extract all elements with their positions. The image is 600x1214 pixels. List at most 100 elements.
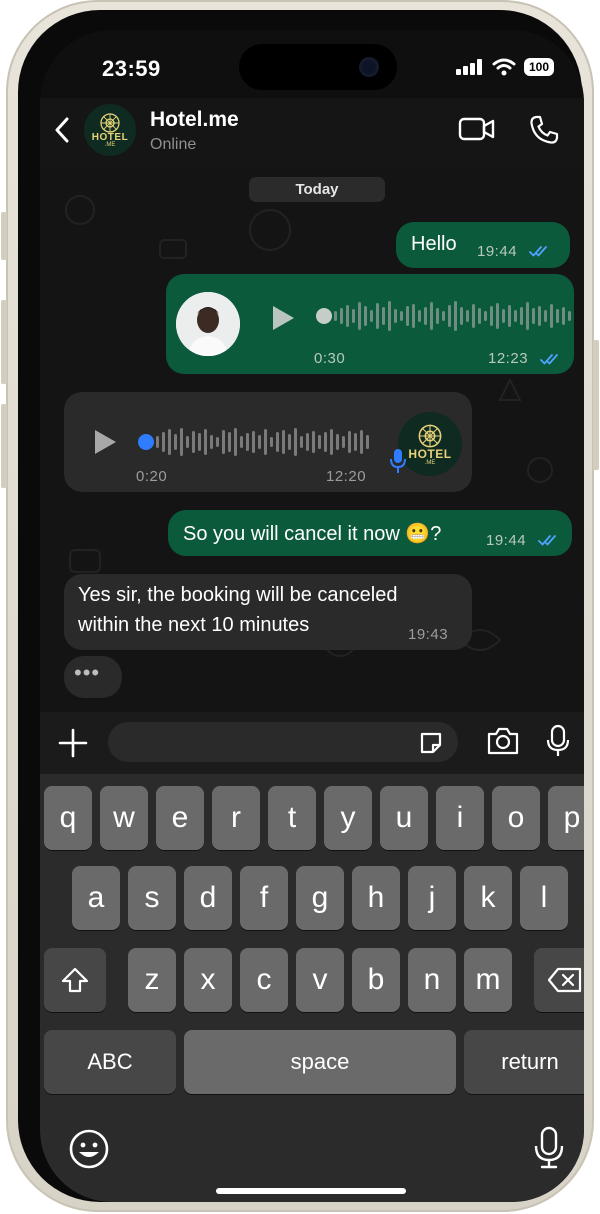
shift-key[interactable] [44, 948, 106, 1012]
screen: 23:59 100 HOTEL .ME Hotel.me Online Toda… [40, 30, 584, 1202]
key-q[interactable]: q [44, 786, 92, 850]
wifi-icon [492, 58, 516, 76]
key-f[interactable]: f [240, 866, 288, 930]
key-h[interactable]: h [352, 866, 400, 930]
key-b[interactable]: b [352, 948, 400, 1012]
message-bubble-outgoing[interactable]: So you will cancel it now 😬? 19:44 [168, 510, 572, 556]
key-x[interactable]: x [184, 948, 232, 1012]
voice-duration: 0:20 [136, 468, 168, 485]
microphone-badge-icon [390, 449, 406, 473]
status-icons: 100 [455, 58, 554, 76]
hotel-logo-icon [100, 113, 120, 133]
hotel-logo-subtext: .ME [424, 459, 436, 466]
message-text: So you will cancel it now 😬? [183, 523, 442, 545]
battery-indicator: 100 [523, 58, 554, 76]
key-w[interactable]: w [100, 786, 148, 850]
key-g[interactable]: g [296, 866, 344, 930]
backspace-icon [547, 967, 582, 993]
front-camera [359, 57, 379, 77]
delete-key[interactable] [534, 948, 584, 1012]
key-l[interactable]: l [520, 866, 568, 930]
return-key[interactable]: return [464, 1030, 584, 1094]
plus-icon[interactable] [58, 728, 88, 758]
sender-avatar [176, 292, 240, 356]
contact-avatar[interactable]: HOTEL .ME [84, 104, 136, 156]
key-z[interactable]: z [128, 948, 176, 1012]
key-s[interactable]: s [128, 866, 176, 930]
key-r[interactable]: r [212, 786, 260, 850]
keyboard: q w e r t y u i o p a s d f g h j k l z … [40, 774, 584, 1202]
dictation-icon[interactable] [534, 1126, 564, 1170]
status-time: 23:59 [102, 56, 161, 81]
playback-thumb[interactable] [138, 434, 154, 450]
phone-bezel: 23:59 100 HOTEL .ME Hotel.me Online Toda… [18, 10, 584, 1202]
camera-icon[interactable] [486, 726, 520, 756]
key-u[interactable]: u [380, 786, 428, 850]
shift-arrow-icon [61, 967, 89, 993]
key-j[interactable]: j [408, 866, 456, 930]
message-text: Hello [411, 233, 457, 255]
message-composer [40, 712, 584, 774]
hotel-logo-text: HOTEL [408, 446, 452, 461]
emoji-icon[interactable] [68, 1128, 110, 1170]
message-time: 12:23 [488, 350, 529, 367]
back-chevron-icon[interactable] [52, 116, 72, 144]
key-v[interactable]: v [296, 948, 344, 1012]
abc-key[interactable]: ABC [44, 1030, 176, 1094]
microphone-icon[interactable] [546, 724, 570, 758]
key-k[interactable]: k [464, 866, 512, 930]
signal-icon [455, 59, 482, 75]
playback-thumb[interactable] [316, 308, 332, 324]
message-text-line-1: Yes sir, the booking will be canceled [78, 584, 398, 606]
key-n[interactable]: n [408, 948, 456, 1012]
message-time: 19:43 [408, 626, 449, 643]
action-button [1, 212, 7, 260]
key-t[interactable]: t [268, 786, 316, 850]
read-receipt-icon [529, 246, 547, 257]
power-button [593, 340, 599, 470]
message-bubble-incoming[interactable]: Yes sir, the booking will be canceled wi… [64, 574, 472, 650]
contact-name[interactable]: Hotel.me [150, 108, 239, 132]
voice-message-outgoing[interactable]: 0:30 12:23 [166, 274, 574, 374]
hotel-logo-icon [418, 424, 442, 447]
play-icon[interactable] [92, 428, 118, 456]
message-time: 19:44 [486, 532, 527, 549]
read-receipt-icon [540, 354, 558, 365]
key-y[interactable]: y [324, 786, 372, 850]
key-i[interactable]: i [436, 786, 484, 850]
key-d[interactable]: d [184, 866, 232, 930]
typing-dots: ••• [74, 660, 101, 685]
key-e[interactable]: e [156, 786, 204, 850]
key-m[interactable]: m [464, 948, 512, 1012]
message-time: 12:20 [326, 468, 367, 485]
home-indicator[interactable] [216, 1188, 406, 1194]
chat-area[interactable]: Today Hello 19:44 0:30 12:23 0:20 12:20 … [40, 170, 584, 712]
date-divider: Today [249, 177, 385, 202]
play-icon[interactable] [270, 304, 296, 332]
contact-status: Online [150, 136, 197, 153]
volume-up-button [1, 300, 7, 384]
message-input[interactable] [108, 722, 458, 762]
key-a[interactable]: a [72, 866, 120, 930]
phone-frame: 23:59 100 HOTEL .ME Hotel.me Online Toda… [1, 0, 599, 1212]
hotel-logo-subtext: .ME [104, 142, 116, 148]
read-receipt-icon [538, 535, 556, 546]
video-call-icon[interactable] [458, 114, 496, 144]
dynamic-island [239, 44, 397, 90]
typing-indicator: ••• [64, 656, 122, 698]
voice-message-incoming[interactable]: 0:20 12:20 HOTEL .ME [64, 392, 472, 492]
key-o[interactable]: o [492, 786, 540, 850]
key-p[interactable]: p [548, 786, 584, 850]
person-avatar-icon [176, 292, 240, 356]
voice-waveform[interactable] [334, 300, 571, 332]
phone-call-icon[interactable] [528, 114, 560, 146]
space-key[interactable]: space [184, 1030, 456, 1094]
voice-waveform[interactable] [156, 426, 369, 458]
key-c[interactable]: c [240, 948, 288, 1012]
message-bubble-outgoing[interactable]: Hello 19:44 [396, 222, 570, 268]
volume-down-button [1, 404, 7, 488]
sender-avatar: HOTEL .ME [398, 412, 462, 476]
chat-header: HOTEL .ME Hotel.me Online [40, 98, 584, 170]
voice-duration: 0:30 [314, 350, 346, 367]
sticker-icon[interactable] [418, 730, 444, 756]
